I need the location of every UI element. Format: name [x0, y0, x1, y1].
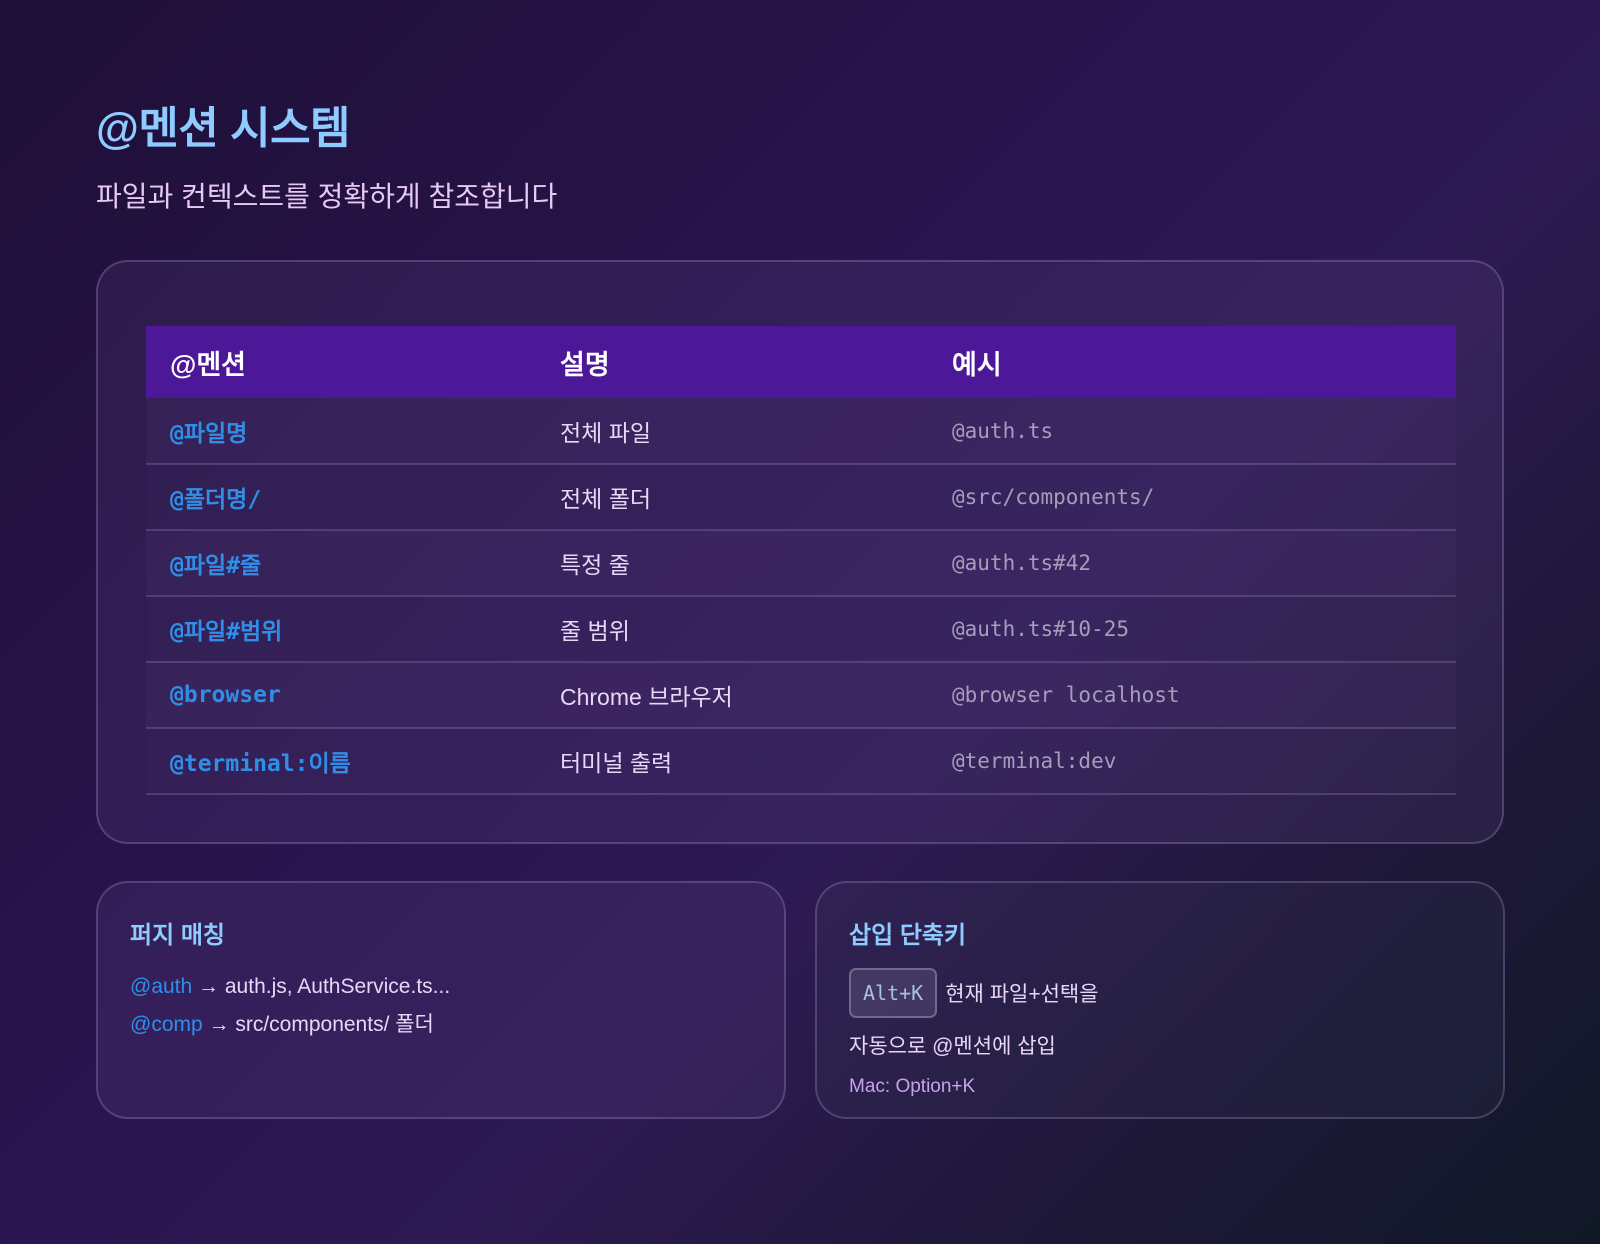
- mention-cell: @파일명: [146, 398, 536, 465]
- description-cell: 줄 범위: [536, 596, 928, 663]
- description-cell: Chrome 브라우저: [536, 662, 928, 729]
- insert-shortcut-title: 삽입 단축키: [849, 922, 967, 949]
- description-cell: 특정 줄: [536, 530, 928, 597]
- fuzzy-mention: @comp: [130, 1013, 203, 1036]
- column-header-mention: @멘션: [170, 349, 247, 380]
- table-row: @terminal:이름 터미널 출력 @terminal:dev: [146, 728, 1456, 795]
- description-cell: 터미널 출력: [536, 728, 928, 795]
- mention-cell: @파일#범위: [146, 596, 536, 663]
- mention-cell: @폴더명/: [146, 464, 536, 531]
- shortcut-description: 현재 파일+선택을: [945, 983, 1099, 1006]
- mention-table-card: @멘션 설명 예시 @파일명 전체 파일 @auth.ts @폴더명/ 전체 폴…: [96, 260, 1504, 844]
- mac-shortcut-note: Mac: Option+K: [849, 1076, 976, 1097]
- example-cell: @browser localhost: [928, 662, 1456, 729]
- example-cell: @auth.ts#10-25: [928, 596, 1456, 663]
- table-row: @폴더명/ 전체 폴더 @src/components/: [146, 464, 1456, 531]
- mention-table: @멘션 설명 예시 @파일명 전체 파일 @auth.ts @폴더명/ 전체 폴…: [146, 326, 1456, 795]
- table-row: @파일명 전체 파일 @auth.ts: [146, 398, 1456, 465]
- column-header-description: 설명: [560, 349, 610, 380]
- fuzzy-example-line: @comp → src/components/ 폴더: [130, 1006, 752, 1044]
- page-subtitle: 파일과 컨텍스트를 정확하게 참조합니다: [96, 181, 558, 212]
- column-header-example: 예시: [952, 349, 1002, 380]
- description-cell: 전체 폴더: [536, 464, 928, 531]
- table-row: @파일#범위 줄 범위 @auth.ts#10-25: [146, 596, 1456, 663]
- keyboard-shortcut-key: Alt+K: [849, 968, 938, 1018]
- example-cell: @auth.ts: [928, 398, 1456, 465]
- description-cell: 전체 파일: [536, 398, 928, 465]
- example-cell: @terminal:dev: [928, 728, 1456, 795]
- mention-cell: @browser: [146, 662, 536, 729]
- fuzzy-mention: @auth: [130, 975, 193, 998]
- table-row: @파일#줄 특정 줄 @auth.ts#42: [146, 530, 1456, 597]
- insert-shortcut-card: 삽입 단축키 Alt+K 현재 파일+선택을 자동으로 @멘션에 삽입 Mac:…: [815, 881, 1505, 1119]
- fuzzy-result: → src/components/ 폴더: [202, 1013, 434, 1036]
- shortcut-description-continued: 자동으로 @멘션에 삽입: [849, 1035, 1056, 1058]
- page-title: @멘션 시스템: [96, 104, 351, 153]
- example-cell: @auth.ts#42: [928, 530, 1456, 597]
- mention-cell: @terminal:이름: [146, 728, 536, 795]
- table-header-row: @멘션 설명 예시: [146, 326, 1456, 398]
- fuzzy-matching-title: 퍼지 매칭: [130, 922, 225, 949]
- table-row: @browser Chrome 브라우저 @browser localhost: [146, 662, 1456, 729]
- mention-cell: @파일#줄: [146, 530, 536, 597]
- fuzzy-result: → auth.js, AuthService.ts...: [192, 975, 451, 998]
- fuzzy-matching-card: 퍼지 매칭 @auth → auth.js, AuthService.ts...…: [96, 881, 786, 1119]
- example-cell: @src/components/: [928, 464, 1456, 531]
- fuzzy-example-line: @auth → auth.js, AuthService.ts...: [130, 968, 752, 1006]
- shortcut-row: Alt+K 현재 파일+선택을: [849, 968, 1471, 1018]
